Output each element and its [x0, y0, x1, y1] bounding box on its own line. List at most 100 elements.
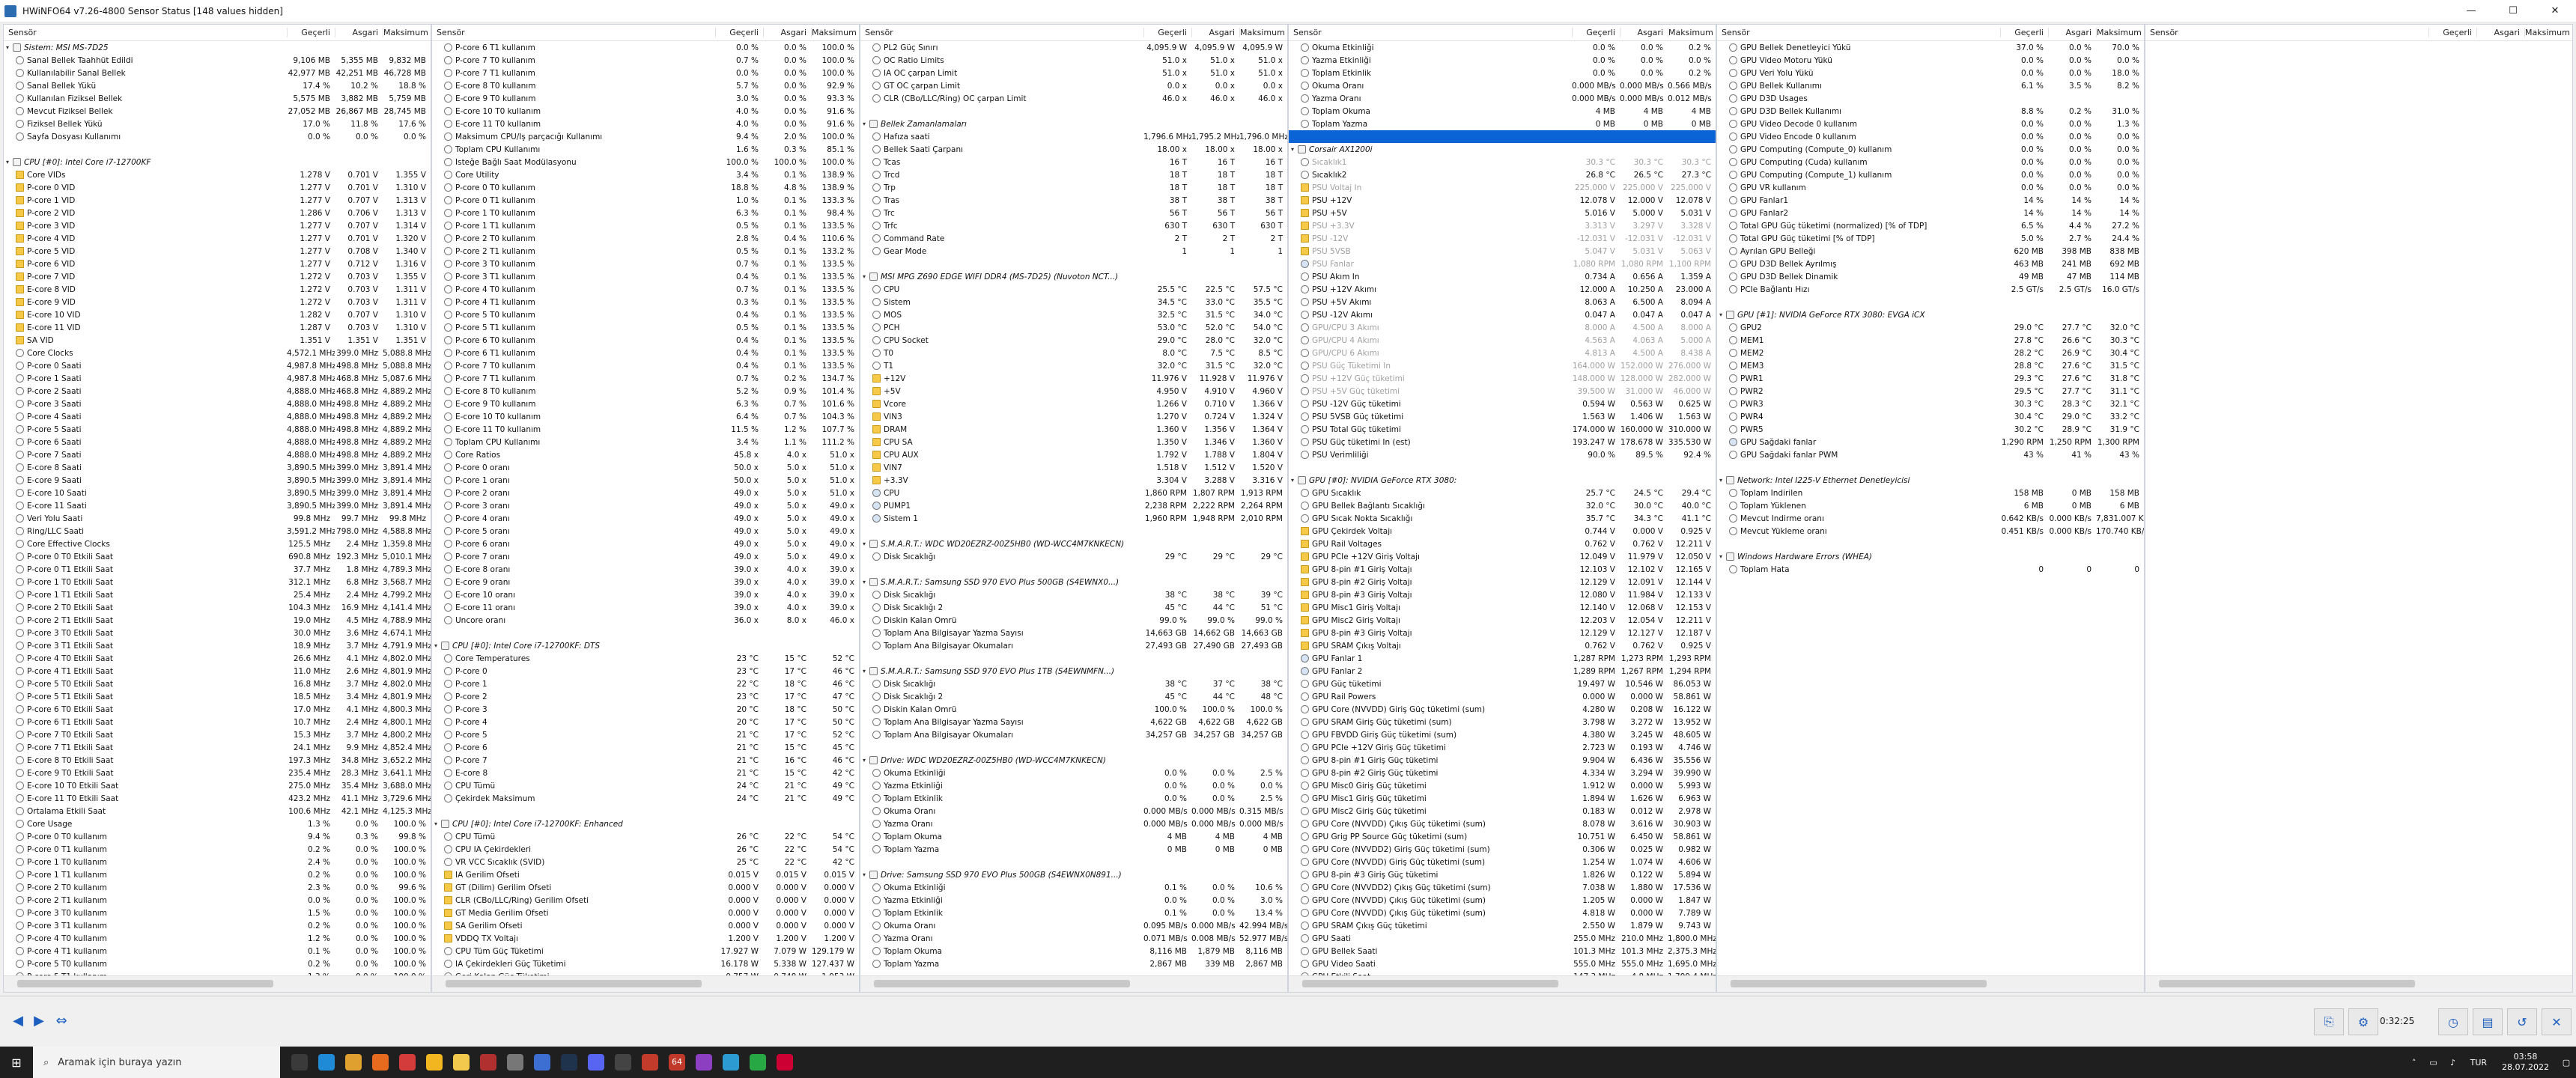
maximize-button[interactable]: ☐ [2492, 0, 2534, 22]
sensor-row[interactable]: Bellek Saati Çarpanı 18.00 x 18.00 x 18.00 … [860, 143, 1287, 156]
sensor-row[interactable]: P-core 6 oranı 49.0 x 5.0 x 49.0 x [432, 538, 859, 550]
sensor-group[interactable]: ▾ Drive: WDC WD20EZRZ-00Z5HB0 (WD-WCC4M7K… [860, 754, 1287, 767]
sensor-row[interactable]: Yazma Oranı 0.000 MB/s 0.000 MB/s 0.012 MB/… [1289, 92, 1716, 105]
sensor-row[interactable]: Toplam Ana Bilgisayar Yazma Sayısı 4,622 … [860, 716, 1287, 728]
sensor-row[interactable]: GPU 8-pin #3 Giriş Güç tüketimi 1.826 W 0.… [1289, 868, 1716, 881]
sensor-row[interactable]: P-core 7 21 °C 16 °C 46 °C [432, 754, 859, 767]
sensor-group[interactable]: ▾ CPU [#0]: Intel Core i7-12700KF: Enhanc… [432, 817, 859, 830]
sensor-row[interactable]: PSU Fanlar 1,080 RPM 1,080 RPM 1,100 RPM [1289, 258, 1716, 270]
sensor-row[interactable]: PSU +5V 5.016 V 5.000 V 5.031 V [1289, 207, 1716, 219]
sensor-row[interactable]: P-core 7 T1 kullanım 0.7 % 0.2 % 134.7 % [432, 372, 859, 385]
sensor-row[interactable]: GPU Etkili Saat147.3 MHz4.8 MHz1,799.4 M… [1289, 970, 1716, 975]
notification-icon[interactable]: ▢ [2557, 1058, 2576, 1068]
sensor-group[interactable]: ▾ GPU [#1]: NVIDIA GeForce RTX 3080: EVGA… [1717, 308, 2144, 321]
sensor-row[interactable]: Ring/LLC Saati 3,591.2 MHz 798.0 MHz 4,588.… [4, 525, 431, 538]
scrollbar-thumb[interactable] [446, 980, 702, 987]
column-current-header[interactable]: Geçerli [287, 28, 335, 37]
collapse-arrow-icon[interactable]: ▾ [860, 757, 868, 764]
sensor-row[interactable]: GPU Core (NVVDD) Giriş Güç tüketimi (sum… [1289, 703, 1716, 716]
sensor-row[interactable]: P-core 6 Saati 4,888.0 MHz 498.8 MHz 4,889.… [4, 436, 431, 448]
sensor-row[interactable]: P-core 6 T1 kullanım 0.4 % 0.1 % 133.5 % [432, 347, 859, 359]
collapse-arrow-icon[interactable]: ▾ [1289, 477, 1296, 484]
sensor-row[interactable]: GPU 8-pin #3 Giriş Voltajı 12.080 V 11.984… [1289, 588, 1716, 601]
sensor-row[interactable]: Toplam İndirilen 158 MB 0 MB 158 MB [1717, 487, 2144, 499]
sensor-row[interactable]: Core Usage 1.3 % 0.0 % 100.0 % [4, 817, 431, 830]
sensor-row[interactable]: P-core 0 23 °C 17 °C 46 °C [432, 665, 859, 677]
horizontal-scrollbar[interactable] [1289, 975, 1716, 992]
sensor-row[interactable]: E-core 8 T0 kullanım 5.2 % 0.9 % 101.4 % [432, 385, 859, 398]
sensor-row[interactable]: Yazma Etkinliği 0.0 % 0.0 % 3.0 % [860, 894, 1287, 907]
language-indicator[interactable]: TUR [2463, 1058, 2494, 1068]
sensor-row[interactable]: Çekirdek Maksimum 24 °C 21 °C 49 °C [432, 792, 859, 805]
sensor-row[interactable]: Toplam Okuma 4 MB 4 MB 4 MB [860, 830, 1287, 843]
scrollbar-thumb[interactable] [1731, 980, 1987, 987]
sensor-row[interactable]: GPU Güç tüketimi 19.497 W 10.546 W 86.053 W [1289, 677, 1716, 690]
sensor-row[interactable]: MEM2 28.2 °C 26.9 °C 30.4 °C [1717, 347, 2144, 359]
sensor-row[interactable]: GPU2 29.0 °C 27.7 °C 32.0 °C [1717, 321, 2144, 334]
sensor-row[interactable]: E-core 10 T0 Etkili Saat 275.0 MHz 35.4 MH… [4, 779, 431, 792]
sensor-row[interactable]: E-core 9 T0 kullanım 3.0 % 0.0 % 93.3 % [432, 92, 859, 105]
column-name-header[interactable]: Sensör [4, 28, 287, 37]
sensor-row[interactable]: CPU IA Çekirdekleri 26 °C 22 °C 54 °C [432, 843, 859, 856]
close-button[interactable]: ✕ [2534, 0, 2576, 22]
minimize-button[interactable]: — [2450, 0, 2492, 22]
collapse-arrow-icon[interactable]: ▾ [432, 642, 440, 649]
mail-icon[interactable] [394, 1047, 421, 1078]
sensor-row[interactable]: P-core 7 T1 kullanım 0.0 % 0.0 % 100.0 % [432, 67, 859, 79]
sensor-row[interactable]: PSU Total Güç tüketimi 174.000 W 160.000 W… [1289, 423, 1716, 436]
sensor-row[interactable]: Hafıza saati 1,796.6 MHz 1,795.2 MHz 1,796.… [860, 130, 1287, 143]
collapse-arrow-icon[interactable]: ▾ [860, 871, 868, 878]
sensor-row[interactable]: P-core 5 T0 kullanım 0.4 % 0.1 % 133.5 % [432, 308, 859, 321]
sensor-row[interactable]: PSU +12V 12.078 V 12.000 V 12.078 V [1289, 194, 1716, 207]
column-min-header[interactable]: Asgari [1191, 28, 1239, 37]
scrollbar-thumb[interactable] [1302, 980, 1558, 987]
sensor-row[interactable]: Core Ratios 45.8 x 4.0 x 51.0 x [432, 448, 859, 461]
column-max-header[interactable]: Maksimum [2524, 28, 2572, 37]
sensor-row[interactable]: P-core 2 T0 Etkili Saat 104.3 MHz 16.9 MHz… [4, 601, 431, 614]
sensor-row[interactable]: GT (Dilim) Gerilim Ofseti 0.000 V 0.000 V0… [432, 881, 859, 894]
sensor-row[interactable]: P-core 7 T0 kullanım 0.7 % 0.0 % 100.0 % [432, 54, 859, 67]
sensor-row[interactable]: PSU +12V Akımı 12.000 A 10.250 A 23.000 A [1289, 283, 1716, 296]
collapse-arrow-icon[interactable]: ▾ [1717, 477, 1725, 484]
report-icon[interactable]: ▤ [2473, 1008, 2503, 1035]
sensor-row[interactable]: P-core 4 T1 Etkili Saat 11.0 MHz 2.6 MHz 4,… [4, 665, 431, 677]
sensor-row[interactable]: PSU +5V Akımı 8.063 A 6.500 A 8.094 A [1289, 296, 1716, 308]
sensor-row[interactable]: P-core 7 oranı 49.0 x 5.0 x 49.0 x [432, 550, 859, 563]
sensor-row[interactable]: Diskin Kalan Ömrü 99.0 % 99.0 % 99.0 % [860, 614, 1287, 627]
sensor-row[interactable]: PUMP1 2,238 RPM 2,222 RPM 2,264 RPM [860, 499, 1287, 512]
sensor-row[interactable]: GPU FBVDD Giriş Güç tüketimi (sum) 4.380 … [1289, 728, 1716, 741]
column-min-header[interactable]: Asgari [2476, 28, 2524, 37]
sensor-row[interactable]: GPU/CPU 6 Akımı 4.813 A 4.500 A 8.438 A [1289, 347, 1716, 359]
sensor-row[interactable]: GPU Video Encode 0 kullanım 0.0 % 0.0 % 0.0… [1717, 130, 2144, 143]
sensor-row[interactable]: P-core 3 VID 1.277 V 0.707 V 1.314 V [4, 219, 431, 232]
sensor-row[interactable]: Sistem 1 1,960 RPM 1,948 RPM 2,010 RPM [860, 512, 1287, 525]
scrollbar-thumb[interactable] [2159, 980, 2415, 987]
reset-icon[interactable]: ↺ [2507, 1008, 2537, 1035]
sensor-row[interactable]: Disk Sıcaklığı 2 45 °C 44 °C 51 °C [860, 601, 1287, 614]
sensor-row[interactable]: P-core 3 20 °C 18 °C 50 °C [432, 703, 859, 716]
sensor-row[interactable]: OC Ratio Limits 51.0 x 51.0 x 51.0 x [860, 54, 1287, 67]
timer-icon[interactable]: ◷ [2438, 1008, 2468, 1035]
sensor-row[interactable]: PSU Güç Tüketimi In 164.000 W 152.000 W 276… [1289, 359, 1716, 372]
sensor-row[interactable]: P-core 5 Saati 4,888.0 MHz 498.8 MHz 4,889.… [4, 423, 431, 436]
sensor-row[interactable]: P-core 2 oranı 49.0 x 5.0 x 51.0 x [432, 487, 859, 499]
sensor-group[interactable]: ▾ Corsair AX1200i [1289, 143, 1716, 156]
sensor-row[interactable]: GPU SRAM Giriş Güç tüketimi (sum) 3.798 W… [1289, 716, 1716, 728]
sensor-row[interactable]: P-core 4 T0 kullanım 0.7 % 0.1 % 133.5 % [432, 283, 859, 296]
horizontal-scrollbar[interactable] [860, 975, 1287, 992]
sensor-row[interactable]: PSU +3.3V 3.313 V 3.297 V 3.328 V [1289, 219, 1716, 232]
sensor-group[interactable]: ▾ Windows Hardware Errors (WHEA) [1717, 550, 2144, 563]
sensor-row[interactable]: GPU Video Decode 0 kullanım 0.0 % 0.0 % 1.3… [1717, 118, 2144, 130]
column-current-header[interactable]: Geçerli [2000, 28, 2048, 37]
sensor-row[interactable]: GPU Sıcak Nokta Sıcaklığı 35.7 °C 34.3 °C 4… [1289, 512, 1716, 525]
sensor-row[interactable]: P-core 7 VID 1.272 V 0.703 V 1.355 V [4, 270, 431, 283]
collapse-arrow-icon[interactable]: ▾ [1289, 146, 1296, 153]
collapse-arrow-icon[interactable]: ▾ [860, 540, 868, 547]
sensor-row[interactable]: GPU Computing (Compute_0) kullanım 0.0 % 0… [1717, 143, 2144, 156]
scrollbar-thumb[interactable] [17, 980, 273, 987]
sensor-row[interactable]: GPU Core (NVVDD2) Giriş Güç tüketimi (su… [1289, 843, 1716, 856]
column-name-header[interactable]: Sensör [2145, 28, 2428, 37]
sensor-row[interactable]: P-core 0 T0 kullanım 9.4 % 0.3 % 99.8 % [4, 830, 431, 843]
sensor-row[interactable]: E-core 11 oranı 39.0 x 4.0 x 39.0 x [432, 601, 859, 614]
sensor-row[interactable]: CPU 25.5 °C 22.5 °C 57.5 °C [860, 283, 1287, 296]
